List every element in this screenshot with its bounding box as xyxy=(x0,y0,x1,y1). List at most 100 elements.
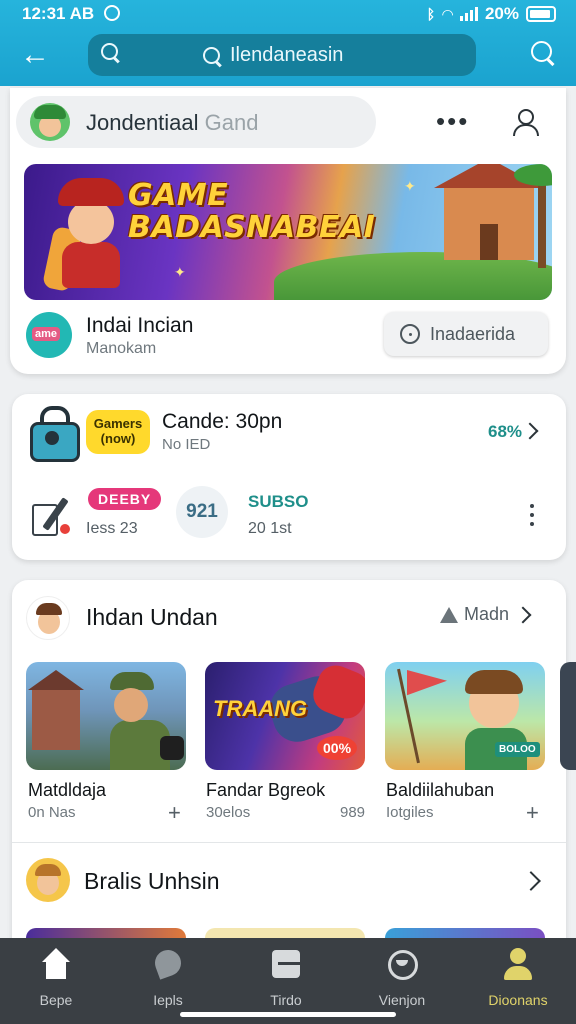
status-bar: 12:31 AB ᛒ ◠ 20% xyxy=(0,0,576,28)
tile-peek[interactable] xyxy=(560,662,576,770)
alert-icon xyxy=(440,606,458,623)
user-icon[interactable] xyxy=(511,108,539,136)
leaf-icon xyxy=(151,948,185,982)
nav-label: Tirdo xyxy=(270,992,302,1008)
wifi-icon: ◠ xyxy=(442,5,453,22)
more-vert-icon[interactable] xyxy=(530,504,534,531)
tile-title[interactable]: Baldiilahuban xyxy=(386,780,494,801)
app-action-label: Inadaerida xyxy=(430,323,516,344)
home-indicator[interactable] xyxy=(180,1012,396,1017)
search-icon xyxy=(202,46,222,66)
app-subtitle: Manokam xyxy=(86,340,157,357)
info-icon xyxy=(400,324,420,344)
see-more-label: Madn xyxy=(464,604,510,624)
nav-label: Vienjon xyxy=(378,992,426,1008)
home-icon xyxy=(39,948,73,982)
face-icon xyxy=(385,948,419,982)
banner-hero-character xyxy=(41,178,138,296)
app-logo-text: ame xyxy=(32,327,61,341)
app-name: Indai Incian xyxy=(86,314,194,337)
banner-palm xyxy=(514,164,552,268)
stat-right: 20 1st xyxy=(248,520,292,537)
status-icons: ᛒ ◠ 20% xyxy=(427,4,556,24)
banner-title: GAME BADASNABEAI xyxy=(128,180,375,244)
lock-icon xyxy=(30,406,80,462)
tile-title[interactable]: Matdldaja xyxy=(28,780,106,801)
battery-icon xyxy=(526,6,556,22)
search-text: Ilendaneasin xyxy=(230,44,344,66)
game-tile[interactable]: TRAANG 00% xyxy=(205,662,365,770)
avatar xyxy=(30,103,70,141)
more-options-icon[interactable]: ••• xyxy=(436,108,469,134)
nav-label: Dioonans xyxy=(488,992,548,1008)
section-avatar xyxy=(26,858,70,902)
person-icon xyxy=(501,948,535,982)
profile-title: Jondentiaal Gand xyxy=(86,110,259,136)
banner-title-line1: GAME xyxy=(128,178,229,213)
dice-icon xyxy=(160,736,184,760)
see-more-link[interactable]: Madn xyxy=(440,604,532,625)
status-badge: DEEBY xyxy=(88,488,162,510)
promo-subtitle: No IED xyxy=(162,436,211,453)
profile-title-muted: Gand xyxy=(204,110,259,135)
nav-item-face[interactable]: Vienjon xyxy=(352,948,452,1008)
tile-soldier xyxy=(102,672,160,770)
nav-item-leaf[interactable]: Iepls xyxy=(118,948,218,1008)
signal-icon xyxy=(459,7,478,21)
tile-meta-right: 989 xyxy=(340,804,366,821)
add-icon[interactable]: + xyxy=(168,800,181,826)
search-icon xyxy=(100,42,120,67)
box-icon xyxy=(269,948,303,982)
nav-label: Iepls xyxy=(153,992,183,1008)
tile-meta: 30elos xyxy=(206,804,251,821)
profile-title-main: Jondentiaal xyxy=(86,110,199,135)
tile-title[interactable]: Fandar Bgreok xyxy=(206,780,325,801)
score-badge: 921 xyxy=(176,486,228,538)
stat-left: Iess 23 xyxy=(86,520,138,537)
banner-house xyxy=(434,164,544,260)
status-time: 12:31 AB xyxy=(22,4,95,23)
search-bar[interactable]: Ilendaneasin xyxy=(88,34,476,76)
pen-icon xyxy=(30,494,74,540)
battery-percent: 20% xyxy=(484,4,519,23)
tile-tag: BOLOO xyxy=(495,742,540,757)
sparkle-icon: ✦ xyxy=(404,178,416,194)
back-arrow-icon: ← xyxy=(20,38,50,71)
game-tile[interactable] xyxy=(26,662,186,770)
flag-icon xyxy=(407,670,447,696)
clock-icon xyxy=(104,5,120,21)
profile-chip[interactable]: Jondentiaal Gand xyxy=(16,96,376,148)
promo-title: Cande: 30pn xyxy=(162,410,283,433)
sparkle-icon: ✦ xyxy=(174,264,186,280)
banner-title-line2: BADASNABEAI xyxy=(128,210,376,245)
top-bar: 12:31 AB ᛒ ◠ 20% ← Ilendaneasin xyxy=(0,0,576,86)
nav-item-profile[interactable]: Dioonans xyxy=(468,948,568,1008)
teal-label: SUBSO xyxy=(248,492,309,511)
badge-line1: Gamers xyxy=(93,416,143,431)
section-title: Bralis Unhsin xyxy=(84,868,220,894)
promo-percent: 68% xyxy=(488,422,523,441)
section-avatar xyxy=(26,596,70,640)
section-title: Ihdan Undan xyxy=(86,604,218,630)
tile-kid-hair xyxy=(465,670,523,694)
nav-label: Bepe xyxy=(39,992,73,1008)
nav-item-box[interactable]: Tirdo xyxy=(236,948,336,1008)
nav-item-home[interactable]: Bepe xyxy=(6,948,106,1008)
gamers-badge: Gamers (now) xyxy=(86,410,150,454)
bluetooth-icon: ᛒ xyxy=(426,6,436,22)
search-icon xyxy=(530,40,556,66)
search-button[interactable] xyxy=(530,40,556,71)
app-action-button[interactable]: Inadaerida xyxy=(384,312,548,356)
game-tile[interactable]: BOLOO xyxy=(385,662,545,770)
hero-banner[interactable]: GAME BADASNABEAI ✦ ✦ xyxy=(24,164,552,300)
add-icon[interactable]: + xyxy=(526,800,539,826)
tile-meta: Iotgiles xyxy=(386,804,434,821)
divider xyxy=(12,842,566,843)
search-input[interactable]: Ilendaneasin xyxy=(202,44,343,67)
tile-overlay-word: TRAANG xyxy=(213,696,308,721)
app-logo: ame xyxy=(26,312,72,358)
tile-building xyxy=(28,670,84,750)
discount-badge: 00% xyxy=(317,736,358,760)
tile-meta: 0n Nas xyxy=(28,804,76,821)
back-button[interactable]: ← xyxy=(20,38,54,72)
